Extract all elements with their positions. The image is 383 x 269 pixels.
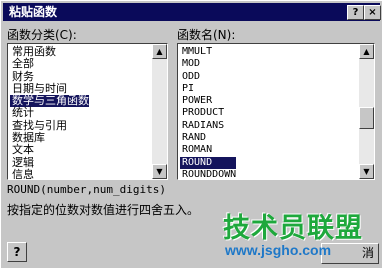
- function-list-item[interactable]: ODD: [180, 71, 236, 83]
- function-items: MMULT MOD ODD PI POWER PRODUCT RADIANS RAND ROMA…: [180, 46, 237, 179]
- scroll-down-arrow-icon[interactable]: ▼: [359, 164, 374, 179]
- category-list-item[interactable]: 信息: [10, 168, 89, 179]
- title-bar: 粘贴函数 ? ×: [3, 3, 381, 21]
- function-syntax: ROUND(number,num_digits): [7, 183, 166, 196]
- watermark-text: 技术员联盟: [223, 213, 363, 244]
- function-list-item[interactable]: PRODUCT: [180, 107, 236, 119]
- watermark: 技术员联盟 www.jsgho.com: [223, 206, 381, 268]
- category-listbox[interactable]: 常用函数 全部 财务 日期与时间 数学与三角函数 统计 查找与引用 数据库 文本 逻辑 信息 ▲ ▼: [7, 43, 168, 180]
- function-list-item[interactable]: ROMAN: [180, 144, 236, 156]
- category-list-item[interactable]: 统计: [10, 107, 89, 120]
- scroll-up-arrow-icon[interactable]: ▲: [152, 44, 167, 59]
- dialog-title: 粘贴函数: [9, 5, 58, 19]
- category-scrollbar[interactable]: ▲ ▼: [152, 44, 167, 179]
- function-list-item[interactable]: POWER: [180, 95, 236, 107]
- function-scrollbar[interactable]: ▲ ▼: [359, 44, 374, 179]
- category-label: 函数分类(C):: [7, 28, 77, 42]
- function-list-item[interactable]: PI: [180, 83, 236, 95]
- help-question-icon[interactable]: ?: [347, 5, 364, 20]
- category-list-item[interactable]: 全部: [10, 57, 89, 70]
- scroll-thumb[interactable]: [359, 107, 374, 129]
- function-list-item[interactable]: ROUND: [180, 156, 237, 169]
- scroll-up-arrow-icon[interactable]: ▲: [359, 44, 374, 59]
- function-list-item[interactable]: RADIANS: [180, 120, 236, 132]
- help-button[interactable]: ?: [7, 242, 27, 262]
- function-list-item[interactable]: MMULT: [180, 46, 236, 58]
- category-list-item[interactable]: 文本: [10, 144, 89, 157]
- function-name-label: 函数名(N):: [177, 28, 236, 42]
- function-listbox[interactable]: MMULT MOD ODD PI POWER PRODUCT RADIANS RAND ROMA…: [177, 43, 375, 180]
- function-list-item[interactable]: RAND: [180, 132, 236, 144]
- function-list-item[interactable]: MOD: [180, 58, 236, 70]
- category-items: 常用函数 全部 财务 日期与时间 数学与三角函数 统计 查找与引用 数据库 文本 逻辑 信息: [10, 45, 89, 179]
- close-icon[interactable]: ×: [364, 5, 381, 20]
- watermark-url: www.jsgho.com: [225, 242, 332, 258]
- function-list-item[interactable]: ROUNDDOWN: [180, 169, 236, 179]
- paste-function-dialog: 粘贴函数 ? × 函数分类(C): 函数名(N): 常用函数 全部 财务 日期与时间数…: [0, 0, 383, 269]
- scroll-down-arrow-icon[interactable]: ▼: [152, 164, 167, 179]
- function-description: 按指定的位数对数值进行四舍五入。: [7, 203, 200, 217]
